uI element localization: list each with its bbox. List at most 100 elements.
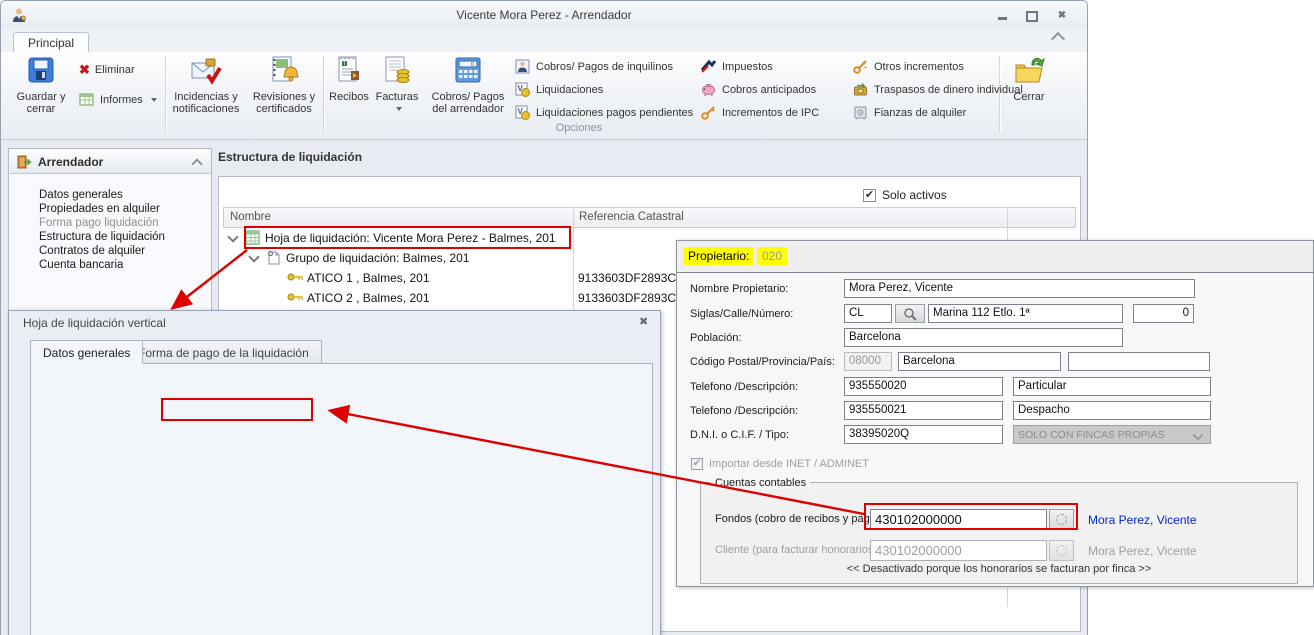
annotation-box-fondos <box>864 503 1078 530</box>
invoices-label: Facturas <box>373 91 421 103</box>
sidebar-header[interactable]: Arrendador <box>10 150 211 174</box>
other-increases-item[interactable]: Otros incrementos <box>853 59 964 75</box>
key-percent-icon <box>853 59 869 75</box>
tree-row-label: Grupo de liquidación: Balmes, 201 <box>286 251 469 265</box>
tel1-input[interactable]: 935550020 <box>844 377 1003 396</box>
item-label: Traspasos de dinero individual <box>874 84 1023 96</box>
column-referencia[interactable]: Referencia Catastral <box>579 211 684 223</box>
numero-input[interactable]: 0 <box>1133 304 1194 323</box>
poblacion-label: Población: <box>690 332 741 344</box>
provincia-input[interactable]: Barcelona <box>898 352 1061 371</box>
tel2-desc-input[interactable]: Despacho <box>1013 401 1211 420</box>
pending-liquidations-item[interactable]: V Liquidaciones pagos pendientes <box>515 105 693 121</box>
cp-input: 08000 <box>844 352 892 371</box>
sidebar-item-estructura[interactable]: Estructura de liquidación <box>39 230 209 244</box>
sidebar-item-contratos[interactable]: Contratos de alquiler <box>39 244 209 258</box>
cuentas-group-title: Cuentas contables <box>711 477 810 489</box>
column-nombre[interactable]: Nombre <box>230 211 271 223</box>
close-folder-icon <box>1003 55 1055 89</box>
report-icon <box>79 92 95 108</box>
tel1-desc-input[interactable]: Particular <box>1013 377 1211 396</box>
liquidations-item[interactable]: V Liquidaciones <box>515 82 603 98</box>
propietario-panel: Propietario: 020 Nombre Propietario: Mor… <box>676 240 1314 587</box>
page-title: Estructura de liquidación <box>218 150 362 164</box>
annotation-box-cuenta-contable <box>161 398 313 421</box>
titlebar[interactable]: Vicente Mora Perez - Arrendador ✖ <box>1 1 1087 29</box>
solo-activos-checkbox[interactable]: ✔ Solo activos <box>863 188 947 202</box>
tenant-payments-item[interactable]: Cobros/ Pagos de inquilinos <box>515 59 673 75</box>
siglas-input[interactable]: CL <box>844 304 892 323</box>
sidebar-header-label: Arrendador <box>38 155 103 169</box>
invoices-icon <box>373 55 421 89</box>
nombre-propietario-input[interactable]: Mora Perez, Vicente <box>844 279 1195 298</box>
expand-icon[interactable] <box>248 251 259 262</box>
money-transfer-item[interactable]: Traspasos de dinero individual <box>853 82 1023 98</box>
minimize-button[interactable] <box>991 8 1013 23</box>
revisions-button[interactable]: Revisiones y certificados <box>245 55 323 115</box>
save-icon <box>9 55 73 89</box>
receipts-button[interactable]: T Recibos <box>327 55 371 103</box>
sidebar-item-forma-pago[interactable]: Forma pago liquidación <box>39 216 209 230</box>
collapse-icon[interactable] <box>191 158 202 169</box>
item-label: Fianzas de alquiler <box>874 107 966 119</box>
reports-button[interactable]: Informes <box>79 92 157 108</box>
svg-text:T: T <box>343 62 346 68</box>
cliente-input: 430102000000 <box>870 540 1047 561</box>
advance-collections-item[interactable]: Cobros anticipados <box>701 82 816 98</box>
ribbon-tab-row: Principal <box>1 29 1087 52</box>
annotation-box-tree-row <box>244 226 571 249</box>
taxes-item[interactable]: Impuestos <box>701 59 773 75</box>
delete-button[interactable]: ✖ Eliminar <box>79 62 135 78</box>
street-search-button[interactable] <box>895 304 925 323</box>
incidents-button[interactable]: Incidencias y notificaciones <box>167 55 245 115</box>
sidebar-item-cuenta-bancaria[interactable]: Cuenta bancaria <box>39 258 209 272</box>
tel2-input[interactable]: 935550021 <box>844 401 1003 420</box>
close-form-button[interactable]: Cerrar <box>1003 55 1055 103</box>
sidebar-item-propiedades[interactable]: Propiedades en alquiler <box>39 202 209 216</box>
incidents-icon <box>167 55 245 89</box>
invoices-button[interactable]: Facturas <box>373 55 421 115</box>
propietario-header: Propietario: 020 <box>677 241 1313 273</box>
tab-forma-pago[interactable]: Forma de pago de la liquidación <box>126 340 322 364</box>
delete-icon: ✖ <box>79 62 90 78</box>
key-icon <box>287 291 303 306</box>
landlord-payments-button[interactable]: 0 Cobros/ Pagos del arrendador <box>425 55 511 115</box>
importar-label: Importar desde INET / ADMINET <box>709 458 869 470</box>
dni-input[interactable]: 38395020Q <box>844 425 1003 444</box>
maximize-button[interactable] <box>1021 8 1043 23</box>
close-button[interactable]: ✖ <box>1051 8 1073 23</box>
expand-icon[interactable] <box>227 231 238 242</box>
tab-principal[interactable]: Principal <box>13 32 89 53</box>
item-label: Cobros anticipados <box>722 84 816 96</box>
save-close-button[interactable]: Guardar y cerrar <box>9 55 73 115</box>
calle-input[interactable]: Marina 112 Etlo. 1ª <box>928 304 1123 323</box>
item-label: Impuestos <box>722 61 773 73</box>
tenant-icon <box>515 59 531 75</box>
tree-row-label: ATICO 1 , Balmes, 201 <box>307 271 430 285</box>
deposits-item[interactable]: Fianzas de alquiler <box>853 105 966 121</box>
svg-text:0: 0 <box>471 62 474 68</box>
item-label: Incrementos de IPC <box>722 107 819 119</box>
checkbox-checked-icon: ✔ <box>863 189 876 202</box>
receipts-icon: T <box>327 55 371 89</box>
dialog-close-icon[interactable]: ✖ <box>639 315 648 328</box>
sidebar-item-datos-generales[interactable]: Datos generales <box>39 188 209 202</box>
dialog-hoja-liquidacion: Hoja de liquidación vertical ✖ Datos gen… <box>8 310 661 635</box>
poblacion-input[interactable]: Barcelona <box>844 328 1123 347</box>
disabled-note: << Desactivado porque los honorarios se … <box>701 563 1297 575</box>
liquidation-icon: V <box>515 82 531 98</box>
tel2-label: Telefono /Descripción: <box>690 405 798 417</box>
propietario-code: 020 <box>757 247 787 265</box>
revisions-label: Revisiones y certificados <box>245 91 323 115</box>
tab-datos-generales[interactable]: Datos generales <box>30 340 143 364</box>
tree-header-row[interactable]: Nombre Referencia Catastral <box>223 207 1076 228</box>
cuentas-contables-group: Cuentas contables Fondos (cobro de recib… <box>700 482 1298 584</box>
dialog-title: Hoja de liquidación vertical <box>23 316 166 330</box>
money-transfer-icon <box>853 82 869 98</box>
item-label: Liquidaciones <box>536 84 603 96</box>
landlord-payments-label: Cobros/ Pagos del arrendador <box>425 91 511 115</box>
pais-input[interactable] <box>1068 352 1210 371</box>
dropdown-caret-icon <box>396 107 402 111</box>
ipc-increases-item[interactable]: Incrementos de IPC <box>701 105 819 121</box>
fondos-owner-link[interactable]: Mora Perez, Vicente <box>1088 513 1197 527</box>
